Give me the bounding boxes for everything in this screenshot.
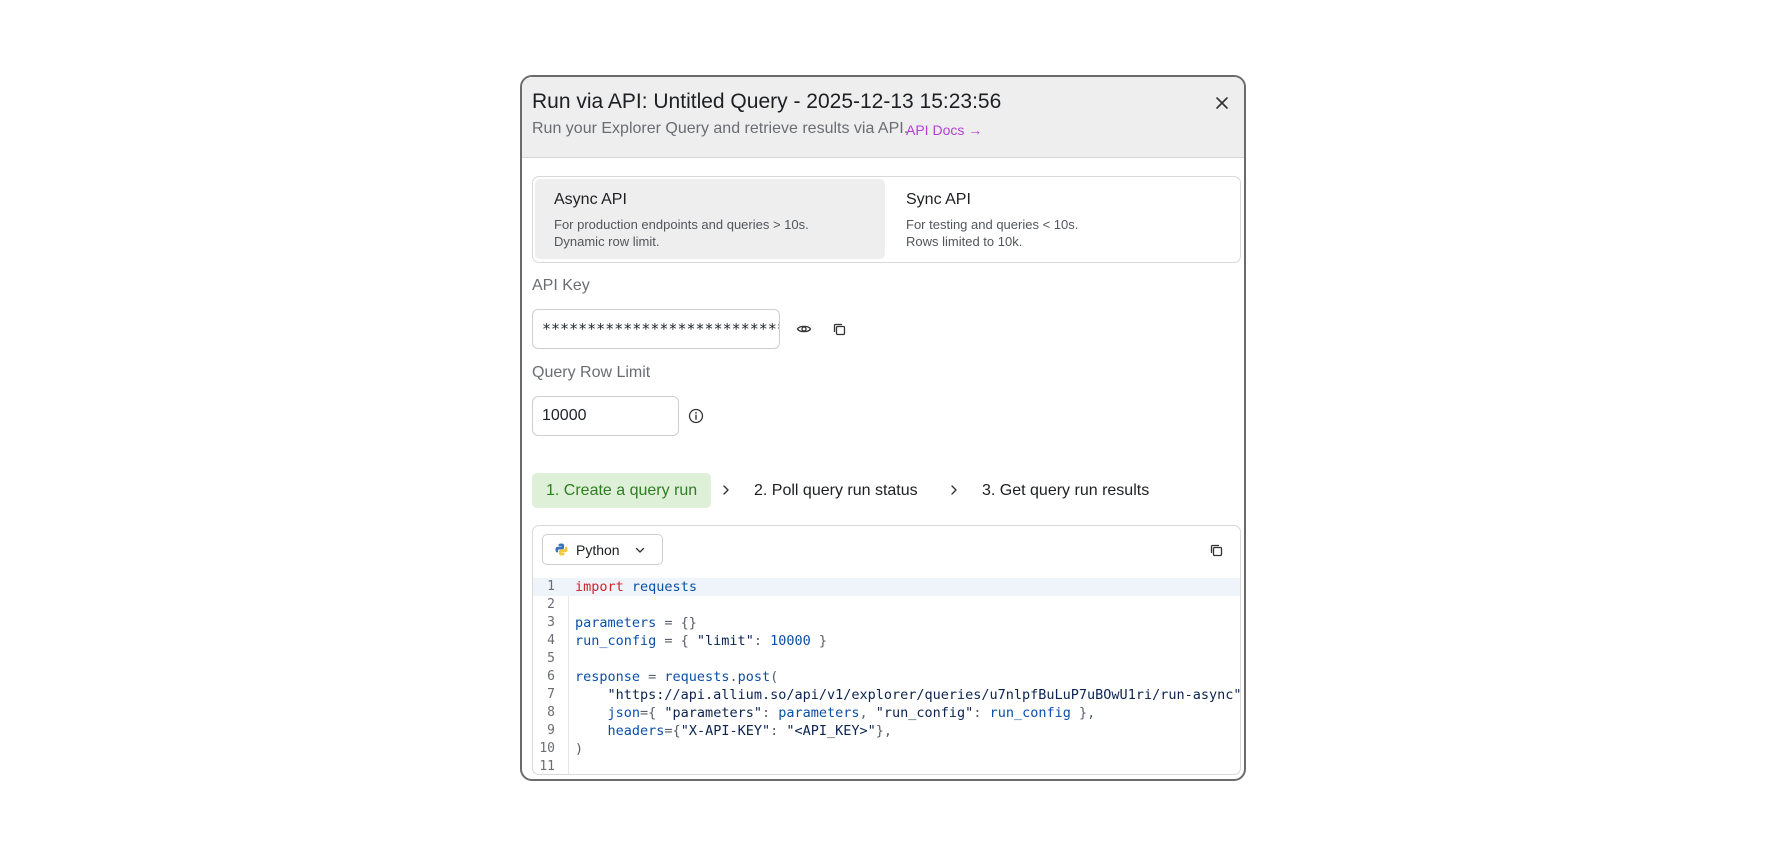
copy-key-button[interactable] [829, 319, 849, 339]
close-icon [1216, 97, 1228, 109]
code-text: response = requests.post( [575, 669, 779, 685]
code-text: import requests [575, 579, 697, 595]
code-line: 7 "https://api.allium.so/api/v1/explorer… [533, 686, 1240, 704]
code-line: 6 response = requests.post( [533, 668, 1240, 686]
info-icon [688, 408, 704, 424]
modal-header: Run via API: Untitled Query - 2025-12-13… [522, 77, 1244, 158]
api-key-label: API Key [532, 277, 590, 294]
language-select[interactable]: Python [542, 534, 663, 565]
line-number: 9 [547, 723, 555, 738]
eye-icon [796, 325, 812, 333]
modal-subtitle: Run your Explorer Query and retrieve res… [532, 120, 909, 137]
code-line: 9 headers={"X-API-KEY": "<API_KEY>"}, [533, 722, 1240, 740]
code-line: 5 [533, 650, 1240, 668]
code-line: 4 run_config = { "limit": 10000 } [533, 632, 1240, 650]
code-text: headers={"X-API-KEY": "<API_KEY>"}, [607, 723, 893, 739]
async-api-description: For production endpoints and queries > 1… [554, 217, 809, 249]
show-key-button[interactable] [794, 319, 814, 339]
line-number: 1 [547, 579, 555, 594]
sync-api-description: For testing and queries < 10s. Rows limi… [906, 217, 1079, 249]
api-docs-link[interactable]: API Docs → [906, 122, 982, 138]
line-number: 5 [547, 651, 555, 666]
copy-icon [1210, 544, 1222, 556]
line-number: 8 [547, 705, 555, 720]
chevron-right-icon [951, 485, 957, 495]
row-limit-info[interactable] [686, 406, 706, 426]
modal-title: Run via API: Untitled Query - 2025-12-13… [532, 90, 1002, 113]
async-api-title: Async API [554, 191, 627, 208]
python-logo-icon [555, 543, 568, 556]
code-text: "https://api.allium.so/api/v1/explorer/q… [607, 687, 1241, 703]
language-label: Python [576, 541, 620, 558]
code-line: 3 parameters = {} [533, 614, 1240, 632]
code-line: 1 import requests [533, 578, 1240, 596]
api-mode-selector: Async API For production endpoints and q… [532, 176, 1241, 263]
code-line: 2 [533, 596, 1240, 614]
code-editor[interactable]: 1 import requests 2 3 parameters = {} 4 … [533, 578, 1240, 774]
code-text: parameters = {} [575, 615, 697, 631]
line-number: 2 [547, 597, 555, 612]
line-number: 6 [547, 669, 555, 684]
code-text: ) [575, 741, 584, 757]
line-number: 4 [547, 633, 555, 648]
line-number: 3 [547, 615, 555, 630]
code-line: 8 json={ "parameters": parameters, "run_… [533, 704, 1240, 722]
sync-api-title: Sync API [906, 191, 971, 208]
line-number: 7 [547, 687, 555, 702]
run-via-api-modal: Run via API: Untitled Query - 2025-12-13… [520, 75, 1246, 781]
api-key-field[interactable]: ****************************************… [532, 309, 780, 349]
chevron-right-icon [723, 485, 729, 495]
copy-code-button[interactable] [1206, 540, 1226, 560]
step-poll-status[interactable]: 2. Poll query run status [754, 473, 918, 508]
code-text: run_config = { "limit": 10000 } [575, 633, 827, 649]
copy-icon [833, 323, 845, 335]
async-api-option[interactable]: Async API For production endpoints and q… [535, 179, 885, 259]
row-limit-label: Query Row Limit [532, 364, 651, 381]
row-limit-input[interactable]: 10000 [532, 396, 679, 436]
line-number: 11 [539, 759, 555, 774]
code-line: 10 ) [533, 740, 1240, 758]
close-button[interactable] [1212, 93, 1232, 113]
code-panel: Python 1 import requests 2 3 parameters … [532, 525, 1241, 775]
chevron-down-icon [635, 547, 645, 553]
line-number: 10 [539, 741, 555, 756]
step-create-query-run[interactable]: 1. Create a query run [532, 473, 712, 508]
code-line: 11 [533, 758, 1240, 774]
sync-api-option[interactable]: Sync API For testing and queries < 10s. … [887, 179, 1237, 259]
code-text: json={ "parameters": parameters, "run_co… [607, 705, 1096, 721]
step-get-results[interactable]: 3. Get query run results [982, 473, 1149, 508]
